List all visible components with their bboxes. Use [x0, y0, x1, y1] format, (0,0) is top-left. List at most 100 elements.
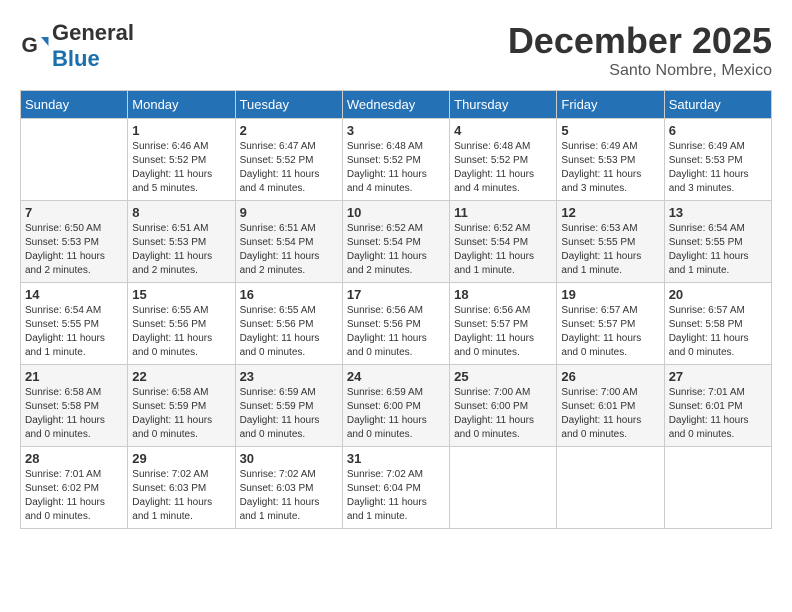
page-header: G General Blue December 2025 Santo Nombr…	[20, 20, 772, 80]
calendar-cell: 3 Sunrise: 6:48 AM Sunset: 5:52 PM Daylig…	[342, 119, 449, 201]
calendar-cell: 4 Sunrise: 6:48 AM Sunset: 5:52 PM Daylig…	[450, 119, 557, 201]
day-info: Sunrise: 7:01 AM Sunset: 6:02 PM Dayligh…	[25, 468, 123, 524]
day-number: 8	[132, 205, 230, 220]
day-number: 12	[561, 205, 659, 220]
calendar-cell: 19Sunrise: 6:57 AM Sunset: 5:57 PM Dayli…	[557, 283, 664, 365]
day-number: 30	[240, 451, 338, 466]
day-number: 1	[132, 123, 230, 138]
calendar-cell: 10 Sunrise: 6:52 AM Sunset: 5:54 PM Dayli…	[342, 201, 449, 283]
day-number: 25	[454, 369, 552, 384]
weekday-header: Monday	[128, 91, 235, 119]
day-info: Sunrise: 6:58 AM Sunset: 5:58 PM Dayligh…	[25, 386, 123, 442]
calendar-cell: 17 Sunrise: 6:56 AM Sunset: 5:56 PM Dayli…	[342, 283, 449, 365]
calendar-cell	[557, 447, 664, 529]
calendar-cell: 2Sunrise: 6:47 AM Sunset: 5:52 PM Daylig…	[235, 119, 342, 201]
day-info: Sunrise: 6:46 AM Sunset: 5:52 PM Dayligh…	[132, 140, 230, 196]
day-info: Sunrise: 6:48 AM Sunset: 5:52 PM Dayligh…	[454, 140, 552, 196]
weekday-header-row: SundayMondayTuesdayWednesdayThursdayFrid…	[21, 91, 772, 119]
calendar-cell: 31 Sunrise: 7:02 AM Sunset: 6:04 PM Dayli…	[342, 447, 449, 529]
logo-general-text: General	[52, 20, 134, 45]
calendar-week-row: 28Sunrise: 7:01 AM Sunset: 6:02 PM Dayli…	[21, 447, 772, 529]
day-info: Sunrise: 6:52 AM Sunset: 5:54 PM Dayligh…	[347, 222, 445, 278]
day-info: Sunrise: 7:01 AM Sunset: 6:01 PM Dayligh…	[669, 386, 767, 442]
weekday-header: Thursday	[450, 91, 557, 119]
month-title: December 2025	[508, 20, 772, 62]
day-info: Sunrise: 6:49 AM Sunset: 5:53 PM Dayligh…	[669, 140, 767, 196]
day-info: Sunrise: 6:51 AM Sunset: 5:53 PM Dayligh…	[132, 222, 230, 278]
day-number: 16	[240, 287, 338, 302]
calendar-cell: 24 Sunrise: 6:59 AM Sunset: 6:00 PM Dayli…	[342, 365, 449, 447]
day-info: Sunrise: 6:49 AM Sunset: 5:53 PM Dayligh…	[561, 140, 659, 196]
calendar-week-row: 14Sunrise: 6:54 AM Sunset: 5:55 PM Dayli…	[21, 283, 772, 365]
day-info: Sunrise: 7:02 AM Sunset: 6:04 PM Dayligh…	[347, 468, 445, 524]
day-info: Sunrise: 6:48 AM Sunset: 5:52 PM Dayligh…	[347, 140, 445, 196]
weekday-header: Tuesday	[235, 91, 342, 119]
day-info: Sunrise: 6:56 AM Sunset: 5:56 PM Dayligh…	[347, 304, 445, 360]
calendar-cell: 29Sunrise: 7:02 AM Sunset: 6:03 PM Dayli…	[128, 447, 235, 529]
calendar-cell: 12 Sunrise: 6:53 AM Sunset: 5:55 PM Dayli…	[557, 201, 664, 283]
day-number: 24	[347, 369, 445, 384]
calendar-cell: 1 Sunrise: 6:46 AM Sunset: 5:52 PM Daylig…	[128, 119, 235, 201]
day-info: Sunrise: 6:58 AM Sunset: 5:59 PM Dayligh…	[132, 386, 230, 442]
day-number: 17	[347, 287, 445, 302]
day-number: 13	[669, 205, 767, 220]
calendar-cell: 15 Sunrise: 6:55 AM Sunset: 5:56 PM Dayli…	[128, 283, 235, 365]
day-number: 15	[132, 287, 230, 302]
calendar-cell: 14Sunrise: 6:54 AM Sunset: 5:55 PM Dayli…	[21, 283, 128, 365]
calendar-cell	[664, 447, 771, 529]
day-info: Sunrise: 6:57 AM Sunset: 5:57 PM Dayligh…	[561, 304, 659, 360]
calendar-cell: 30 Sunrise: 7:02 AM Sunset: 6:03 PM Dayli…	[235, 447, 342, 529]
day-number: 20	[669, 287, 767, 302]
day-number: 23	[240, 369, 338, 384]
calendar-cell: 16 Sunrise: 6:55 AM Sunset: 5:56 PM Dayli…	[235, 283, 342, 365]
day-number: 31	[347, 451, 445, 466]
day-number: 3	[347, 123, 445, 138]
day-info: Sunrise: 7:02 AM Sunset: 6:03 PM Dayligh…	[132, 468, 230, 524]
day-number: 11	[454, 205, 552, 220]
day-number: 18	[454, 287, 552, 302]
calendar-cell	[21, 119, 128, 201]
calendar-cell: 26Sunrise: 7:00 AM Sunset: 6:01 PM Dayli…	[557, 365, 664, 447]
calendar-cell: 6 Sunrise: 6:49 AM Sunset: 5:53 PM Daylig…	[664, 119, 771, 201]
day-info: Sunrise: 7:00 AM Sunset: 6:00 PM Dayligh…	[454, 386, 552, 442]
calendar-cell: 28Sunrise: 7:01 AM Sunset: 6:02 PM Dayli…	[21, 447, 128, 529]
calendar-cell: 21 Sunrise: 6:58 AM Sunset: 5:58 PM Dayli…	[21, 365, 128, 447]
day-info: Sunrise: 6:50 AM Sunset: 5:53 PM Dayligh…	[25, 222, 123, 278]
calendar-week-row: 1 Sunrise: 6:46 AM Sunset: 5:52 PM Daylig…	[21, 119, 772, 201]
calendar-cell: 18 Sunrise: 6:56 AM Sunset: 5:57 PM Dayli…	[450, 283, 557, 365]
calendar-cell: 7 Sunrise: 6:50 AM Sunset: 5:53 PM Daylig…	[21, 201, 128, 283]
day-info: Sunrise: 7:02 AM Sunset: 6:03 PM Dayligh…	[240, 468, 338, 524]
title-block: December 2025 Santo Nombre, Mexico	[508, 20, 772, 80]
calendar-cell: 11Sunrise: 6:52 AM Sunset: 5:54 PM Dayli…	[450, 201, 557, 283]
day-number: 26	[561, 369, 659, 384]
calendar-cell: 22Sunrise: 6:58 AM Sunset: 5:59 PM Dayli…	[128, 365, 235, 447]
day-number: 27	[669, 369, 767, 384]
day-info: Sunrise: 6:54 AM Sunset: 5:55 PM Dayligh…	[25, 304, 123, 360]
weekday-header: Wednesday	[342, 91, 449, 119]
day-number: 4	[454, 123, 552, 138]
day-info: Sunrise: 6:59 AM Sunset: 5:59 PM Dayligh…	[240, 386, 338, 442]
day-info: Sunrise: 6:55 AM Sunset: 5:56 PM Dayligh…	[240, 304, 338, 360]
day-number: 7	[25, 205, 123, 220]
day-number: 9	[240, 205, 338, 220]
day-info: Sunrise: 6:55 AM Sunset: 5:56 PM Dayligh…	[132, 304, 230, 360]
calendar-cell: 20 Sunrise: 6:57 AM Sunset: 5:58 PM Dayli…	[664, 283, 771, 365]
calendar-cell: 8 Sunrise: 6:51 AM Sunset: 5:53 PM Daylig…	[128, 201, 235, 283]
day-info: Sunrise: 6:47 AM Sunset: 5:52 PM Dayligh…	[240, 140, 338, 196]
day-info: Sunrise: 6:56 AM Sunset: 5:57 PM Dayligh…	[454, 304, 552, 360]
day-info: Sunrise: 6:57 AM Sunset: 5:58 PM Dayligh…	[669, 304, 767, 360]
calendar-cell: 25 Sunrise: 7:00 AM Sunset: 6:00 PM Dayli…	[450, 365, 557, 447]
calendar-cell	[450, 447, 557, 529]
day-number: 5	[561, 123, 659, 138]
logo-blue-text: Blue	[52, 46, 100, 71]
day-info: Sunrise: 6:59 AM Sunset: 6:00 PM Dayligh…	[347, 386, 445, 442]
weekday-header: Saturday	[664, 91, 771, 119]
day-number: 6	[669, 123, 767, 138]
day-number: 10	[347, 205, 445, 220]
location: Santo Nombre, Mexico	[508, 62, 772, 80]
day-info: Sunrise: 6:53 AM Sunset: 5:55 PM Dayligh…	[561, 222, 659, 278]
calendar-cell: 9Sunrise: 6:51 AM Sunset: 5:54 PM Daylig…	[235, 201, 342, 283]
weekday-header: Sunday	[21, 91, 128, 119]
calendar-cell: 27 Sunrise: 7:01 AM Sunset: 6:01 PM Dayli…	[664, 365, 771, 447]
day-number: 21	[25, 369, 123, 384]
